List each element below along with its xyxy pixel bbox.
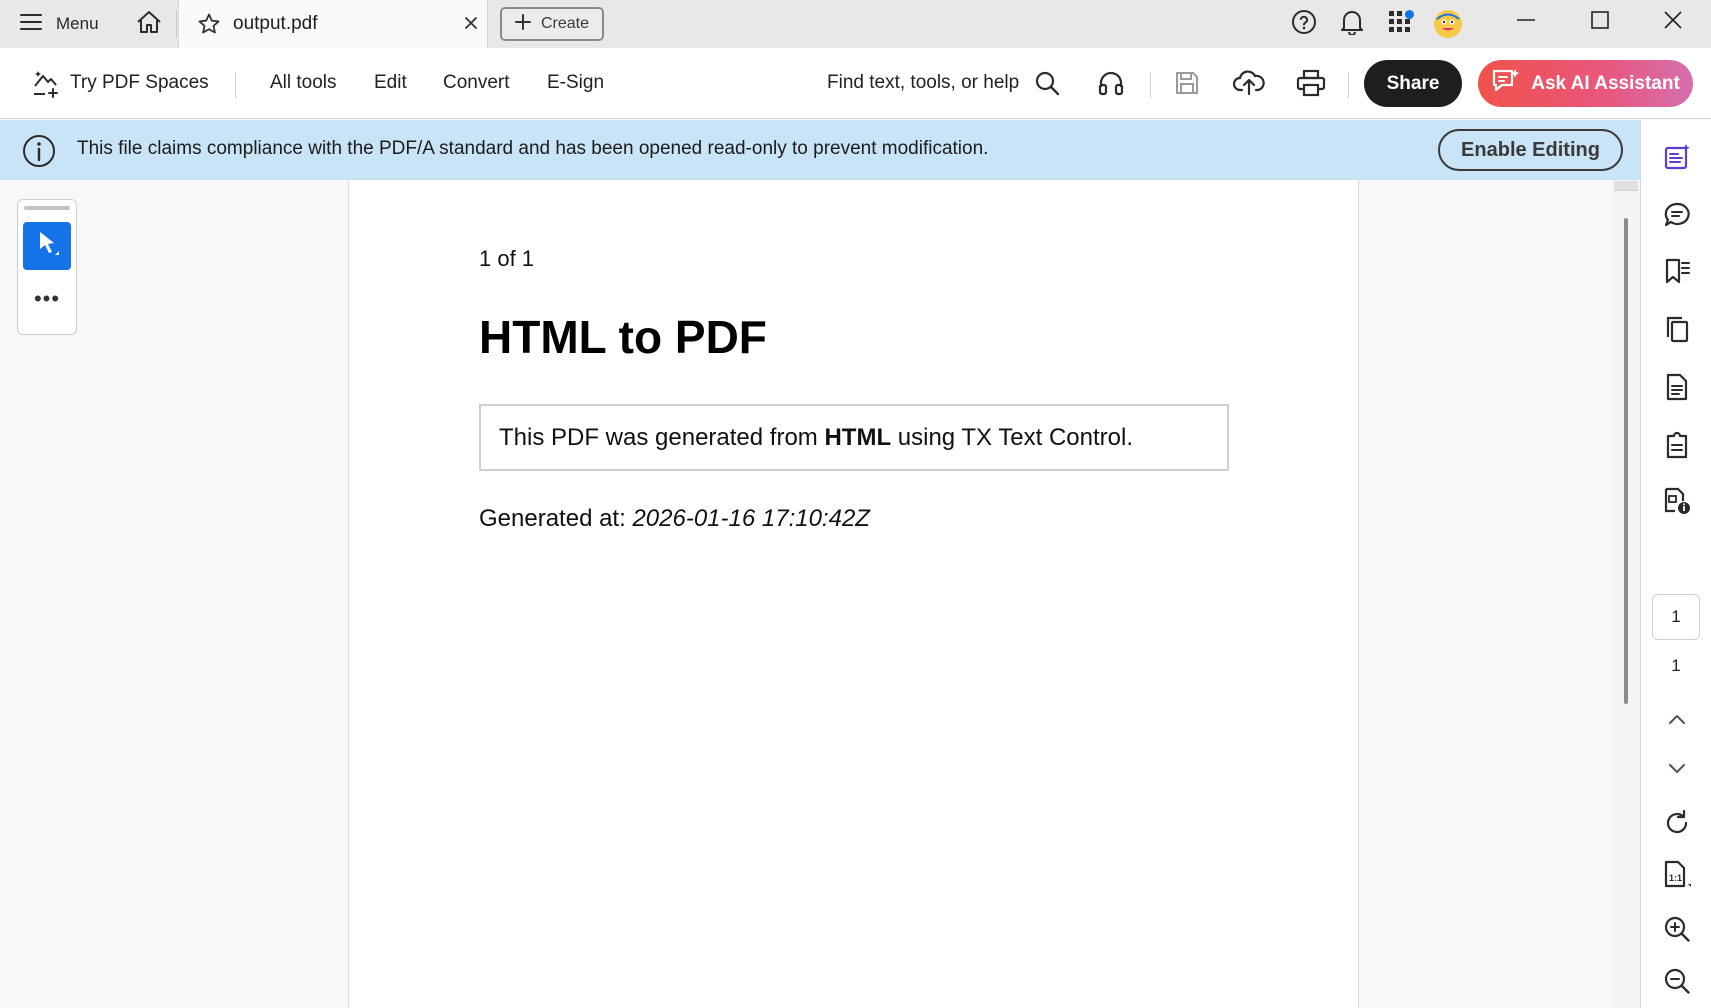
fit-page-icon[interactable]: 1:1 [1662, 860, 1692, 890]
panel-drag-handle[interactable] [24, 206, 70, 210]
apps-button[interactable] [1385, 9, 1415, 39]
more-tools-icon[interactable]: ••• [23, 286, 71, 326]
save-icon[interactable] [1174, 70, 1200, 101]
search-prompt[interactable]: Find text, tools, or help [827, 72, 1019, 94]
tab-title: output.pdf [233, 13, 318, 34]
home-icon [136, 10, 162, 39]
right-rail: 1 1 1:1 [1640, 120, 1711, 1008]
window-close-icon [1663, 10, 1683, 35]
next-page-icon[interactable] [1662, 754, 1692, 784]
share-button[interactable]: Share [1364, 60, 1462, 107]
document-properties-icon[interactable] [1662, 372, 1692, 402]
notification-dot [1405, 10, 1414, 19]
svg-text:1:1: 1:1 [1669, 873, 1682, 883]
profile-button[interactable] [1433, 9, 1463, 39]
zoom-out-icon[interactable] [1662, 966, 1692, 996]
page-thumbnails-icon[interactable] [1662, 314, 1692, 344]
print-icon[interactable] [1296, 69, 1326, 102]
ai-assistant-label: Ask AI Assistant [1531, 72, 1680, 94]
scrollbar-thumb[interactable] [1624, 218, 1628, 704]
try-pdf-spaces-link[interactable]: Try PDF Spaces [70, 72, 209, 94]
bookmark-icon[interactable] [1662, 256, 1692, 286]
create-label: Create [540, 15, 590, 32]
help-icon [1291, 9, 1317, 40]
search-icon[interactable] [1034, 70, 1060, 101]
current-page-input[interactable]: 1 [1652, 594, 1700, 640]
title-bar: Menu output.pdf Create [0, 0, 1711, 48]
toolbar-divider [1150, 72, 1151, 98]
info-icon [22, 134, 56, 173]
pdf-info-box: This PDF was generated from HTML using T… [479, 404, 1229, 471]
minimize-button[interactable] [1496, 0, 1556, 44]
pdf-box-text-bold: HTML [824, 423, 892, 451]
minimize-icon [1516, 10, 1536, 35]
nav-all-tools[interactable]: All tools [270, 72, 337, 94]
nav-edit[interactable]: Edit [374, 72, 407, 94]
bell-icon [1340, 9, 1364, 40]
pdf-page-counter: 1 of 1 [479, 246, 535, 271]
share-label: Share [1386, 72, 1440, 94]
pdf-heading: HTML to PDF [479, 311, 767, 363]
main-toolbar: Try PDF Spaces All tools Edit Convert E-… [0, 48, 1711, 119]
cloud-upload-icon[interactable] [1232, 68, 1265, 101]
avatar [1434, 10, 1462, 38]
menu-label: Menu [56, 14, 99, 33]
enable-editing-button[interactable]: Enable Editing [1438, 129, 1623, 171]
document-tab[interactable]: output.pdf [178, 0, 488, 48]
help-button[interactable] [1289, 9, 1319, 39]
vertical-scrollbar[interactable] [1612, 180, 1640, 1008]
toolbar-divider [235, 72, 236, 98]
ai-assistant-icon [1491, 67, 1521, 101]
select-tool-button[interactable] [23, 222, 71, 270]
zoom-in-icon[interactable] [1662, 914, 1692, 944]
ai-summary-icon[interactable] [1662, 142, 1692, 172]
star-icon[interactable] [197, 12, 221, 41]
window-close-button[interactable] [1643, 0, 1703, 44]
pdf-generated-line: Generated at: 2026-01-16 17:10:42Z [479, 505, 870, 533]
cursor-icon [33, 229, 61, 264]
nav-esign[interactable]: E-Sign [547, 72, 604, 94]
nav-convert[interactable]: Convert [443, 72, 510, 94]
comment-icon[interactable] [1662, 200, 1692, 230]
quick-tools-panel: ••• [17, 199, 77, 335]
total-pages: 1 [1671, 656, 1681, 675]
notifications-button[interactable] [1337, 9, 1367, 39]
ask-ai-assistant-button[interactable]: Ask AI Assistant [1478, 60, 1693, 107]
headphones-icon[interactable] [1097, 69, 1125, 102]
maximize-button[interactable] [1570, 0, 1630, 44]
menu-button[interactable]: Menu [20, 10, 99, 38]
titlebar-divider [176, 10, 177, 38]
security-info-icon[interactable] [1662, 486, 1692, 516]
banner-message: This file claims compliance with the PDF… [77, 138, 989, 159]
create-button[interactable]: Create [500, 7, 604, 41]
home-button[interactable] [134, 9, 164, 39]
pdf-spaces-icon[interactable] [30, 68, 60, 103]
pdfa-info-banner: This file claims compliance with the PDF… [0, 120, 1640, 180]
enable-editing-label: Enable Editing [1461, 138, 1600, 161]
pdf-box-text-after: using TX Text Control. [891, 423, 1134, 451]
attachments-icon[interactable] [1662, 430, 1692, 460]
menu-icon [20, 13, 42, 36]
maximize-icon [1591, 10, 1609, 34]
previous-page-icon[interactable] [1662, 704, 1692, 734]
pdf-box-text-before: This PDF was generated from [499, 423, 825, 451]
toolbar-divider [1348, 72, 1349, 98]
close-icon[interactable] [461, 13, 481, 38]
generated-label: Generated at: [479, 505, 633, 532]
scrollbar-cap [1614, 181, 1638, 191]
generated-timestamp: 2026-01-16 17:10:42Z [632, 505, 870, 532]
pdf-page: 1 of 1 HTML to PDF This PDF was generate… [348, 180, 1359, 1008]
rotate-icon[interactable] [1662, 808, 1692, 838]
plus-icon [514, 13, 531, 35]
